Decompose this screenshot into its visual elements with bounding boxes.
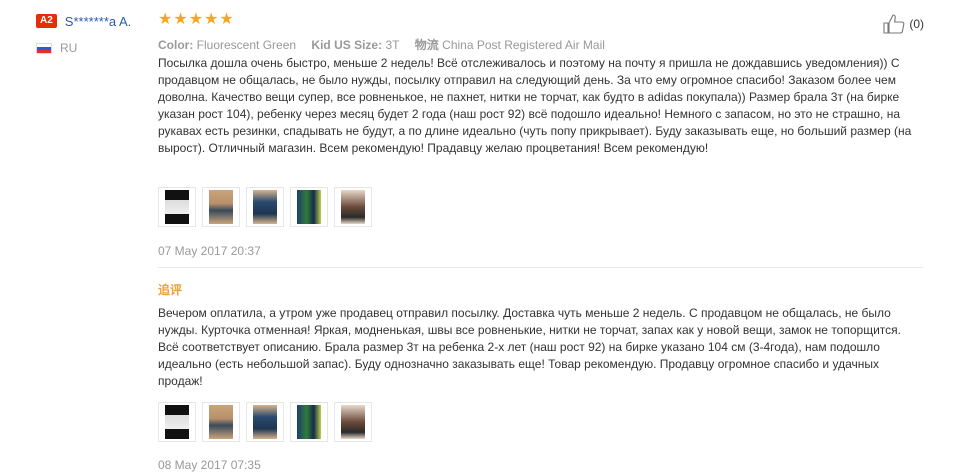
additional-review-label: 追评 [158,283,183,297]
review-text: Посылка дошла очень быстро, меньше 2 нед… [158,56,912,155]
country-code: RU [60,41,78,55]
review-photo-thumbnail[interactable] [334,187,372,227]
review-photo-thumbnail[interactable] [246,402,284,442]
review-photo-thumbnail[interactable] [202,402,240,442]
additional-review-photos [158,402,372,442]
star-icon: ★ [158,11,173,28]
reviewer-info: A2 S*******a A. RU [36,12,131,55]
divider [158,267,924,268]
buyer-level-badge: A2 [36,14,57,28]
helpful-button[interactable]: (0) [883,14,924,34]
review-photo-thumbnail[interactable] [158,187,196,227]
star-rating: ★ ★ ★ ★ ★ [158,11,234,29]
reviewer-name-row: A2 S*******a A. [36,12,131,30]
product-attributes: Color: Fluorescent Green Kid US Size: 3T… [158,36,617,53]
review-photo-thumbnail[interactable] [158,402,196,442]
star-icon: ★ [188,11,204,28]
reviewer-country-row: RU [36,41,131,55]
review-photo-thumbnail[interactable] [290,187,328,227]
review-photo-thumbnail[interactable] [290,402,328,442]
review-date: 07 May 2017 20:37 [158,244,261,258]
additional-review-text: Вечером оплатила, а утром уже продавец о… [158,306,901,388]
attr-shipping: 物流 China Post Registered Air Mail [414,38,605,52]
review-photos [158,187,372,227]
review-photo-thumbnail[interactable] [202,187,240,227]
additional-review-date: 08 May 2017 07:35 [158,458,261,472]
attr-color: Color: Fluorescent Green [158,38,297,52]
russia-flag-icon [36,42,52,54]
star-icon: ★ [204,11,219,28]
reviewer-name: S*******a A. [64,13,132,29]
attr-size: Kid US Size: 3T [311,38,400,52]
review-photo-thumbnail[interactable] [334,402,372,442]
helpful-count: (0) [909,17,924,31]
review-photo-thumbnail[interactable] [246,187,284,227]
thumbs-up-icon [883,14,905,34]
star-icon: ★ [219,11,234,28]
star-icon: ★ [173,11,188,28]
